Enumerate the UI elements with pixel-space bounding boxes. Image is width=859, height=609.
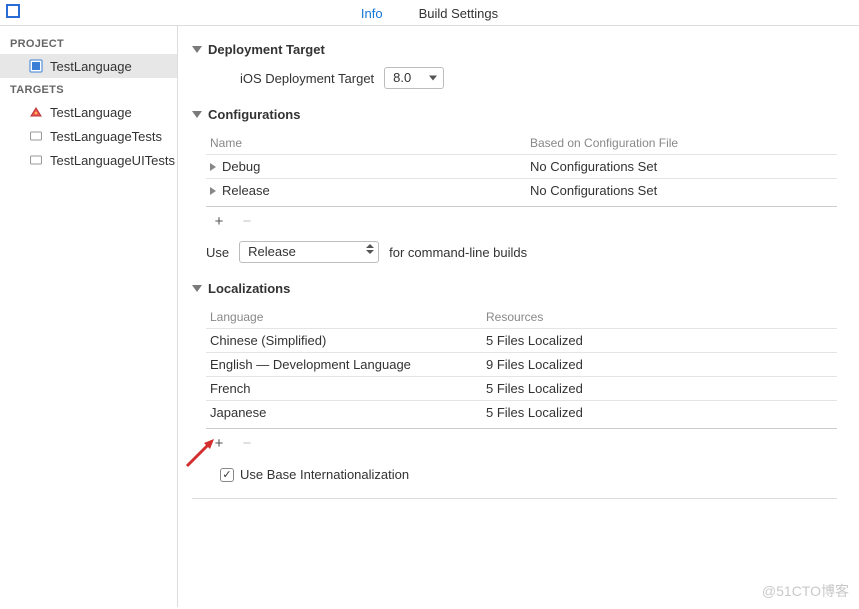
project-square-icon <box>6 4 20 18</box>
sidebar-header-targets: TARGETS <box>0 78 177 100</box>
disclosure-right-icon[interactable] <box>210 163 216 171</box>
locale-lang: Chinese (Simplified) <box>206 333 486 348</box>
sidebar-item-label: TestLanguage <box>50 105 132 120</box>
watermark: @51CTO博客 <box>762 581 849 601</box>
project-sidebar: PROJECT TestLanguage TARGETS TestLanguag… <box>0 26 178 607</box>
sidebar-item-target-uitests[interactable]: TestLanguageUITests <box>0 148 177 172</box>
section-title: Deployment Target <box>208 42 325 57</box>
disclosure-icon[interactable] <box>192 46 202 53</box>
locale-res: 5 Files Localized <box>486 333 837 348</box>
config-row[interactable]: Debug No Configurations Set <box>206 154 837 178</box>
locale-lang: English — Development Language <box>206 357 486 372</box>
sidebar-item-project[interactable]: TestLanguage <box>0 54 177 78</box>
locale-row[interactable]: Chinese (Simplified) 5 Files Localized <box>206 328 837 352</box>
locale-res: 5 Files Localized <box>486 381 837 396</box>
disclosure-icon[interactable] <box>192 285 202 292</box>
base-i18n-label: Use Base Internationalization <box>240 467 409 482</box>
config-name: Release <box>222 183 270 198</box>
use-label: Use <box>206 245 229 260</box>
add-config-button[interactable]: + <box>212 215 226 229</box>
sidebar-item-target-tests[interactable]: TestLanguageTests <box>0 124 177 148</box>
editor-tabs: Info Build Settings <box>0 0 859 26</box>
col-header-name: Name <box>206 136 530 150</box>
disclosure-icon[interactable] <box>192 111 202 118</box>
section-title: Configurations <box>208 107 300 122</box>
col-header-language: Language <box>206 310 486 324</box>
ios-deployment-label: iOS Deployment Target <box>240 71 374 86</box>
sidebar-item-label: TestLanguageTests <box>50 129 162 144</box>
section-configurations: Configurations Name Based on Configurati… <box>192 107 837 263</box>
locale-res: 9 Files Localized <box>486 357 837 372</box>
locale-row[interactable]: Japanese 5 Files Localized <box>206 400 837 424</box>
ios-deployment-select[interactable]: 8.0 <box>384 67 444 89</box>
use-config-select[interactable]: Release <box>239 241 379 263</box>
section-title: Localizations <box>208 281 290 296</box>
sidebar-item-label: TestLanguageUITests <box>50 153 175 168</box>
sidebar-item-target-app[interactable]: TestLanguage <box>0 100 177 124</box>
tab-build-settings[interactable]: Build Settings <box>419 6 499 21</box>
locale-lang: Japanese <box>206 405 486 420</box>
bundle-icon <box>28 128 44 144</box>
stepper-icon <box>366 244 374 254</box>
remove-config-button[interactable]: − <box>240 215 254 229</box>
add-locale-button[interactable]: + <box>212 437 226 451</box>
locale-row[interactable]: French 5 Files Localized <box>206 376 837 400</box>
config-based: No Configurations Set <box>530 183 837 198</box>
bundle-icon <box>28 152 44 168</box>
xcodeproj-icon <box>28 58 44 74</box>
col-header-based: Based on Configuration File <box>530 136 837 150</box>
config-row[interactable]: Release No Configurations Set <box>206 178 837 202</box>
select-value: Release <box>248 244 296 259</box>
select-value: 8.0 <box>393 70 411 85</box>
sidebar-item-label: TestLanguage <box>50 59 132 74</box>
config-name: Debug <box>222 159 260 174</box>
remove-locale-button[interactable]: − <box>240 437 254 451</box>
use-suffix: for command-line builds <box>389 245 527 260</box>
sidebar-header-project: PROJECT <box>0 32 177 54</box>
app-icon <box>28 104 44 120</box>
section-deployment-target: Deployment Target iOS Deployment Target … <box>192 42 837 89</box>
config-based: No Configurations Set <box>530 159 837 174</box>
col-header-resources: Resources <box>486 310 837 324</box>
chevron-down-icon <box>429 76 437 81</box>
section-localizations: Localizations Language Resources Chinese… <box>192 281 837 499</box>
locale-row[interactable]: English — Development Language 9 Files L… <box>206 352 837 376</box>
base-i18n-checkbox[interactable]: ✓ <box>220 468 234 482</box>
disclosure-right-icon[interactable] <box>210 187 216 195</box>
tab-info[interactable]: Info <box>361 6 383 21</box>
locale-lang: French <box>206 381 486 396</box>
locale-res: 5 Files Localized <box>486 405 837 420</box>
